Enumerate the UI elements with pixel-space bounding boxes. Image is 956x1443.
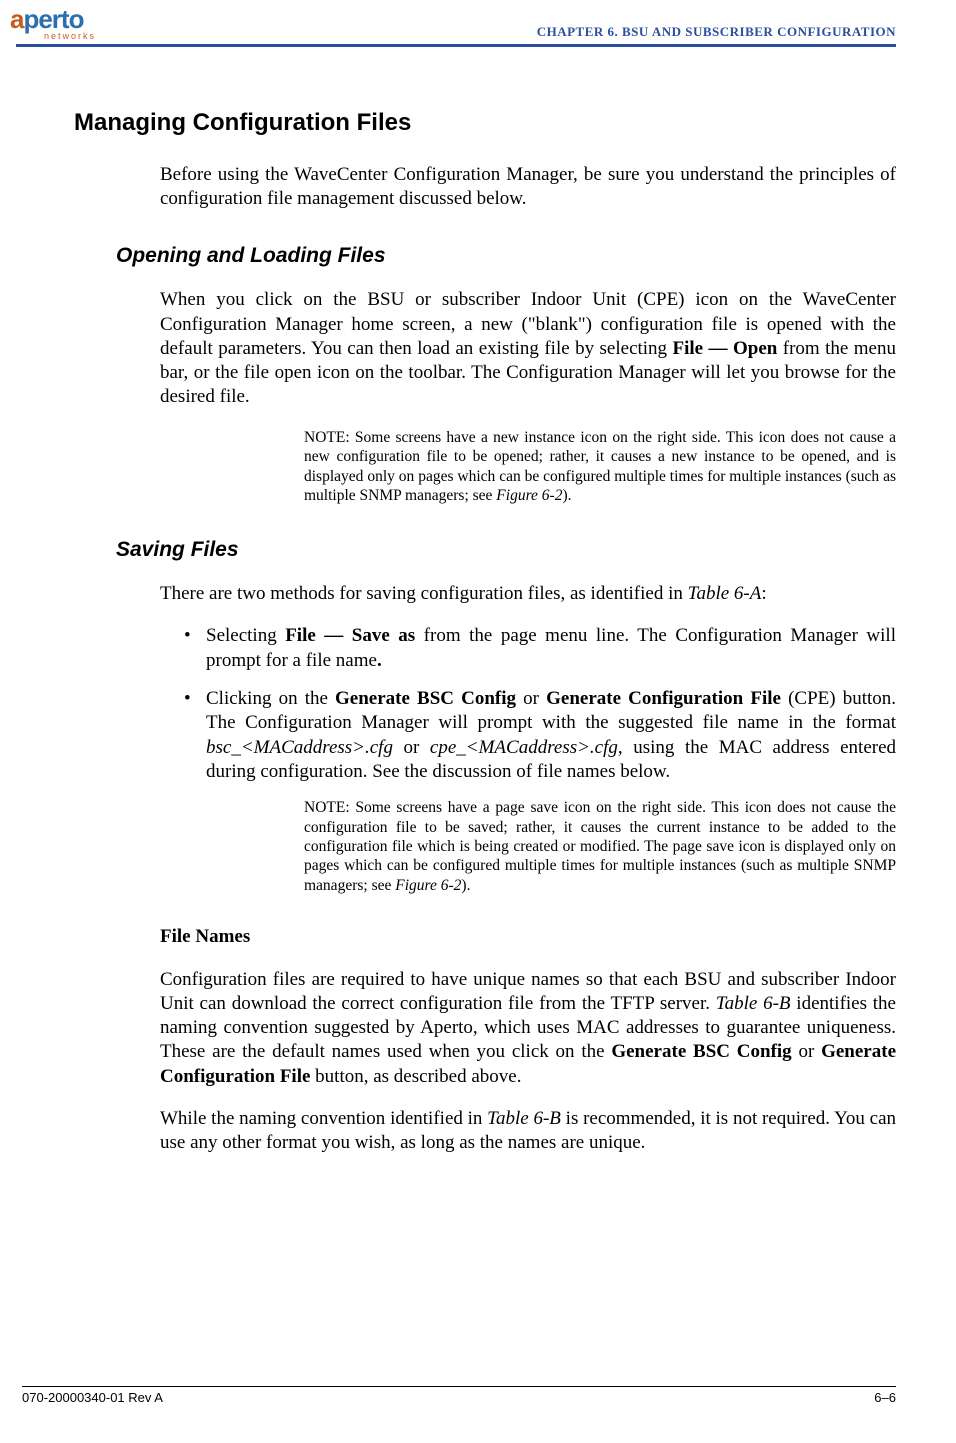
filenames-p2: While the naming convention identified i… [160, 1107, 896, 1156]
saving-intro-ref: Table 6-A [688, 583, 762, 604]
b2-it2: cpe_<MACaddress>.cfg [430, 737, 618, 758]
b2-bold2: Generate Configuration File [546, 688, 781, 709]
saving-note-ref: Figure 6-2 [395, 877, 461, 894]
page: aperto networks CHAPTER 6. BSU AND SUBSC… [0, 0, 956, 1443]
fn-p1-b1: Generate BSC Config [611, 1041, 791, 1062]
saving-intro-post: : [761, 583, 766, 604]
fn-p2-pre: While the naming convention identified i… [160, 1108, 487, 1129]
fn-p1-ref: Table 6-B [716, 993, 791, 1014]
b2-mid1: or [516, 688, 546, 709]
logo-letter-a: a [10, 4, 23, 34]
opening-note-pre: NOTE: Some screens have a new instance i… [304, 429, 896, 504]
saving-heading: Saving Files [116, 537, 896, 564]
b1-dot: . [377, 650, 382, 671]
bullet-1: Selecting File — Save as from the page m… [180, 624, 896, 673]
logo-rest: perto [23, 4, 83, 34]
saving-note-post: ). [461, 877, 470, 894]
opening-note-post: ). [562, 487, 571, 504]
fn-p1-or: or [792, 1041, 821, 1062]
chapter-label: CHAPTER 6. BSU AND SUBSCRIBER CONFIGURAT… [537, 24, 896, 40]
file-open-bold: File — Open [673, 338, 778, 359]
opening-note: NOTE: Some screens have a new instance i… [304, 428, 896, 506]
b2-pre: Clicking on the [206, 688, 335, 709]
section-title: Managing Configuration Files [74, 108, 896, 139]
opening-note-ref: Figure 6-2 [496, 487, 562, 504]
intro-paragraph: Before using the WaveCenter Configuratio… [160, 163, 896, 212]
b2-mid3: or [393, 737, 430, 758]
b1-bold: File — Save as [285, 625, 415, 646]
fn-p1-post: button, as described above. [310, 1066, 521, 1087]
footer-doc-id: 070-20000340-01 Rev A [22, 1390, 163, 1405]
opening-heading: Opening and Loading Files [116, 243, 896, 270]
fn-p2-ref: Table 6-B [487, 1108, 561, 1129]
b1-pre: Selecting [206, 625, 285, 646]
opening-paragraph: When you click on the BSU or subscriber … [160, 288, 896, 410]
b2-it1: bsc_<MACaddress>.cfg [206, 737, 393, 758]
content: Managing Configuration Files Before usin… [0, 48, 956, 1156]
footer: 070-20000340-01 Rev A 6–6 [22, 1386, 896, 1405]
logo-subtext: networks [44, 31, 96, 41]
saving-bullets: Selecting File — Save as from the page m… [180, 624, 896, 784]
bullet-2: Clicking on the Generate BSC Config or G… [180, 687, 896, 784]
header-rule [16, 44, 896, 47]
saving-note: NOTE: Some screens have a page save icon… [304, 798, 896, 895]
saving-note-pre: NOTE: Some screens have a page save icon… [304, 799, 896, 894]
header: aperto networks CHAPTER 6. BSU AND SUBSC… [0, 0, 956, 48]
saving-intro: There are two methods for saving configu… [160, 582, 896, 606]
filenames-p1: Configuration files are required to have… [160, 968, 896, 1090]
filenames-heading: File Names [160, 925, 896, 949]
logo: aperto networks [10, 4, 96, 41]
saving-intro-pre: There are two methods for saving configu… [160, 583, 688, 604]
footer-page: 6–6 [874, 1390, 896, 1405]
b2-bold1: Generate BSC Config [335, 688, 516, 709]
